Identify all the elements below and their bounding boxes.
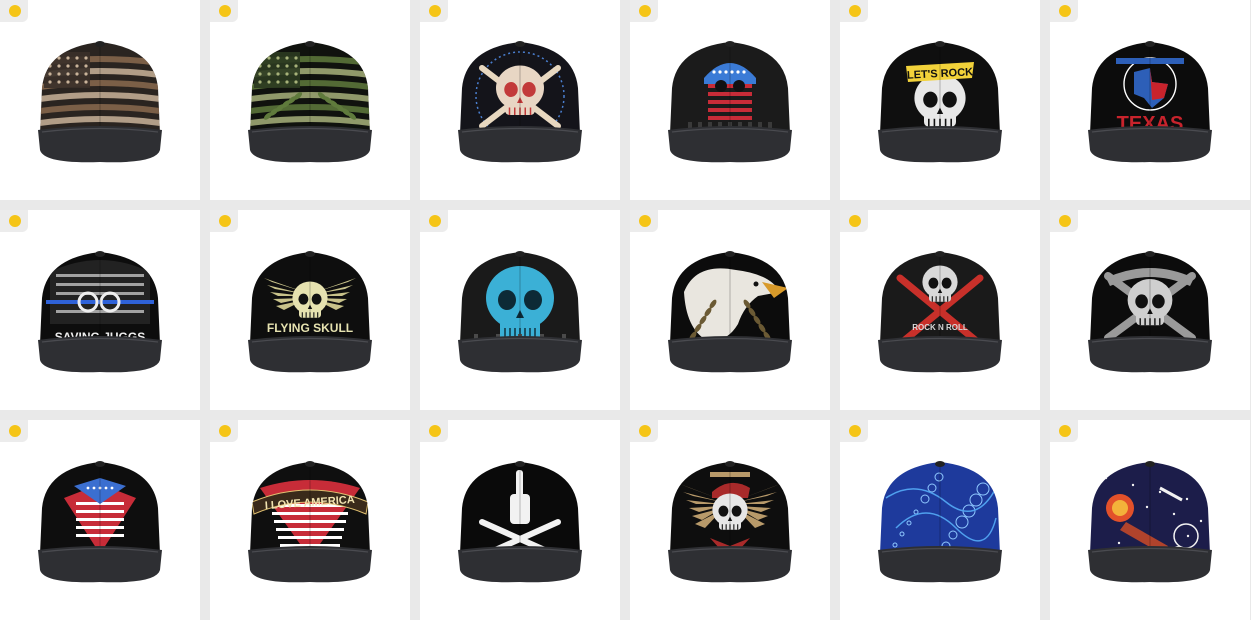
baseball-cap-icon	[1088, 251, 1212, 373]
baseball-cap-icon	[668, 251, 792, 373]
status-badge	[630, 420, 658, 442]
product-tile[interactable]	[630, 210, 830, 410]
product-tile[interactable]: TEXAS	[1050, 0, 1250, 200]
status-badge	[420, 0, 448, 22]
baseball-cap-icon	[668, 41, 792, 163]
status-badge	[420, 210, 448, 232]
baseball-cap-icon	[668, 461, 792, 583]
yellow-dot-icon	[429, 5, 441, 17]
product-tile[interactable]	[1050, 210, 1250, 410]
product-tile[interactable]: AMERICAN PRIDE	[0, 420, 200, 620]
yellow-dot-icon	[1059, 425, 1071, 437]
yellow-dot-icon	[219, 5, 231, 17]
status-badge	[1050, 210, 1078, 232]
baseball-cap-icon: ROCK N ROLL	[878, 251, 1002, 373]
baseball-cap-icon: AMERICAN PRIDE	[38, 461, 162, 583]
cap-image	[666, 248, 794, 378]
product-tile[interactable]: I LOVE AMERICA	[210, 420, 410, 620]
product-tile[interactable]	[420, 210, 620, 410]
yellow-dot-icon	[639, 5, 651, 17]
cap-image: SAVING JUGGS	[36, 248, 164, 378]
yellow-dot-icon	[429, 425, 441, 437]
baseball-cap-icon	[458, 41, 582, 163]
cap-image: AMERICAN PRIDE	[36, 458, 164, 588]
baseball-cap-icon	[38, 41, 162, 163]
status-badge	[1050, 0, 1078, 22]
yellow-dot-icon	[849, 215, 861, 227]
cap-image	[36, 38, 164, 168]
status-badge	[0, 0, 28, 22]
yellow-dot-icon	[1059, 215, 1071, 227]
product-tile[interactable]: ROCK N ROLL	[840, 210, 1040, 410]
status-badge	[840, 210, 868, 232]
product-tile[interactable]	[1050, 420, 1250, 620]
product-tile[interactable]	[420, 0, 620, 200]
baseball-cap-icon	[458, 461, 582, 583]
baseball-cap-icon: LET'S ROCK	[878, 41, 1002, 163]
baseball-cap-icon: SAVING JUGGS	[38, 251, 162, 373]
yellow-dot-icon	[429, 215, 441, 227]
yellow-dot-icon	[849, 5, 861, 17]
baseball-cap-icon: FLYING SKULL	[248, 251, 372, 373]
status-badge	[630, 0, 658, 22]
cap-image	[666, 458, 794, 588]
product-tile[interactable]	[420, 420, 620, 620]
status-badge	[630, 210, 658, 232]
cap-image: FLYING SKULL	[246, 248, 374, 378]
cap-image: LET'S ROCK	[876, 38, 1004, 168]
product-tile[interactable]	[0, 0, 200, 200]
product-grid: LET'S ROCK TEXAS SAVING JUGGS FLYING SKULL R…	[0, 0, 1251, 620]
yellow-dot-icon	[849, 425, 861, 437]
yellow-dot-icon	[9, 425, 21, 437]
status-badge	[840, 420, 868, 442]
baseball-cap-icon	[248, 41, 372, 163]
cap-image: I LOVE AMERICA	[246, 458, 374, 588]
cap-image	[1086, 458, 1214, 588]
baseball-cap-icon: I LOVE AMERICA	[248, 461, 372, 583]
cap-image	[246, 38, 374, 168]
cap-image	[456, 458, 584, 588]
product-tile[interactable]	[840, 420, 1040, 620]
yellow-dot-icon	[219, 215, 231, 227]
yellow-dot-icon	[9, 215, 21, 227]
yellow-dot-icon	[639, 425, 651, 437]
cap-image: TEXAS	[1086, 38, 1214, 168]
yellow-dot-icon	[219, 425, 231, 437]
status-badge	[210, 210, 238, 232]
cap-image	[456, 248, 584, 378]
status-badge	[0, 210, 28, 232]
product-tile[interactable]	[630, 420, 830, 620]
product-tile[interactable]	[630, 0, 830, 200]
cap-image: ROCK N ROLL	[876, 248, 1004, 378]
status-badge	[210, 0, 238, 22]
cap-image	[1086, 248, 1214, 378]
status-badge	[1050, 420, 1078, 442]
product-tile[interactable]: SAVING JUGGS	[0, 210, 200, 410]
yellow-dot-icon	[639, 215, 651, 227]
status-badge	[420, 420, 448, 442]
baseball-cap-icon: TEXAS	[1088, 41, 1212, 163]
yellow-dot-icon	[1059, 5, 1071, 17]
baseball-cap-icon	[878, 461, 1002, 583]
status-badge	[0, 420, 28, 442]
product-tile[interactable]: FLYING SKULL	[210, 210, 410, 410]
baseball-cap-icon	[458, 251, 582, 373]
product-tile[interactable]	[210, 0, 410, 200]
cap-image	[666, 38, 794, 168]
baseball-cap-icon	[1088, 461, 1212, 583]
cap-image	[876, 458, 1004, 588]
status-badge	[840, 0, 868, 22]
product-tile[interactable]: LET'S ROCK	[840, 0, 1040, 200]
yellow-dot-icon	[9, 5, 21, 17]
status-badge	[210, 420, 238, 442]
cap-image	[456, 38, 584, 168]
